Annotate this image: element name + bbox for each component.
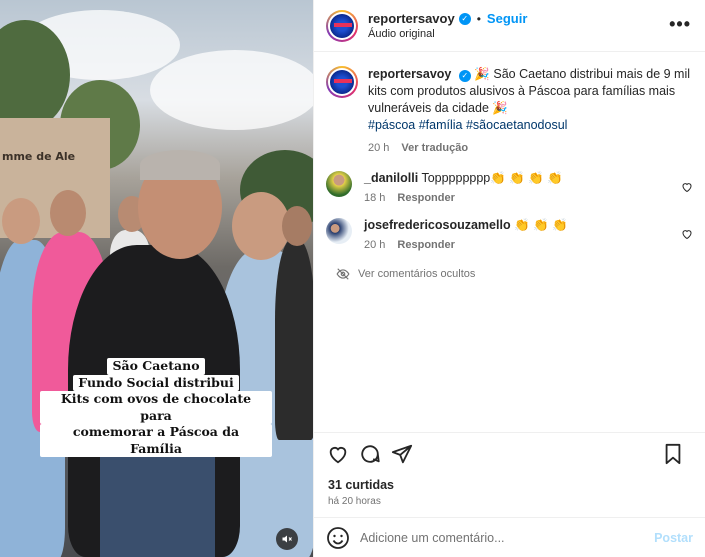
like-button[interactable] xyxy=(326,442,350,466)
caption-line: comemorar a Páscoa da Família xyxy=(40,424,272,457)
post-video[interactable]: mme de Ale São Caetano Fundo Social dist… xyxy=(0,0,313,557)
emoji-icon[interactable] xyxy=(326,526,350,550)
mute-icon xyxy=(282,535,292,543)
avatar[interactable] xyxy=(326,218,352,244)
building-sign: mme de Ale xyxy=(2,150,76,163)
post-comment-button[interactable]: Postar xyxy=(654,531,693,545)
video-caption: São Caetano Fundo Social distribui Kits … xyxy=(40,358,272,457)
comment-button[interactable] xyxy=(358,442,382,466)
post-timestamp: há 20 horas xyxy=(328,496,381,507)
bookmark-icon xyxy=(665,443,681,465)
caption-line: Kits com ovos de chocolate para xyxy=(40,391,272,424)
hidden-comments-link[interactable]: Ver comentários ocultos xyxy=(336,267,693,281)
add-comment-bar: Postar xyxy=(314,517,705,557)
person-right xyxy=(275,240,313,440)
likes-count[interactable]: 31 curtidas xyxy=(314,474,705,492)
caption-line: São Caetano xyxy=(107,358,205,375)
share-icon xyxy=(391,444,413,463)
post-username[interactable]: reportersavoy xyxy=(368,67,451,81)
verified-icon: ✓ xyxy=(458,69,471,82)
avatar[interactable] xyxy=(326,9,358,42)
header-username[interactable]: reportersavoy xyxy=(368,11,455,26)
jeans xyxy=(100,450,215,557)
reply-button[interactable]: Responder xyxy=(397,239,454,251)
comment-username[interactable]: _danilolli xyxy=(364,171,418,185)
translate-link[interactable]: Ver tradução xyxy=(401,140,468,157)
comment-username[interactable]: josefredericosouzamello xyxy=(364,218,511,232)
person-head xyxy=(50,190,86,236)
comment-time: 18 h xyxy=(364,192,386,204)
avatar[interactable] xyxy=(326,66,358,98)
save-button[interactable] xyxy=(661,442,685,466)
comment-text: 👏 👏 👏 xyxy=(514,218,568,232)
post-header: reportersavoy ✓ • Seguir Áudio original … xyxy=(314,0,705,52)
caption-line: Fundo Social distribui xyxy=(73,374,239,391)
eye-off-icon xyxy=(336,268,350,280)
comment-icon xyxy=(361,444,380,463)
post-caption: reportersavoy ✓ 🎉 São Caetano distribui … xyxy=(326,66,693,157)
share-button[interactable] xyxy=(390,442,414,466)
comment-item: _danilolli Topppppppp👏 👏 👏 👏 18 h Respon… xyxy=(326,171,693,204)
comments-section: reportersavoy ✓ 🎉 São Caetano distribui … xyxy=(314,52,705,432)
post-time: 20 h xyxy=(368,142,390,154)
avatar[interactable] xyxy=(326,171,352,197)
hair xyxy=(140,150,220,180)
heart-icon[interactable] xyxy=(681,228,693,240)
verified-icon: ✓ xyxy=(458,12,471,25)
comment-text: Topppppppp👏 👏 👏 👏 xyxy=(421,171,563,185)
person-head xyxy=(282,206,312,246)
heart-icon[interactable] xyxy=(681,181,693,193)
person-head xyxy=(2,198,40,244)
action-bar xyxy=(314,432,705,474)
mute-button[interactable] xyxy=(276,528,298,550)
audio-label[interactable]: Áudio original xyxy=(368,28,527,40)
heart-icon xyxy=(329,446,347,463)
reply-button[interactable]: Responder xyxy=(397,192,454,204)
follow-button[interactable]: Seguir xyxy=(487,11,527,26)
comment-input[interactable] xyxy=(360,530,650,545)
more-icon[interactable]: ••• xyxy=(669,14,691,35)
separator-dot: • xyxy=(476,11,481,26)
hidden-comments-label: Ver comentários ocultos xyxy=(358,268,476,280)
cloud xyxy=(150,50,313,130)
comment-item: josefredericosouzamello 👏 👏 👏 20 h Respo… xyxy=(326,218,693,251)
post-sidebar: reportersavoy ✓ • Seguir Áudio original … xyxy=(313,0,705,557)
comment-time: 20 h xyxy=(364,239,386,251)
post-hashtags[interactable]: #páscoa #família #sãocaetanodosul xyxy=(368,118,567,132)
